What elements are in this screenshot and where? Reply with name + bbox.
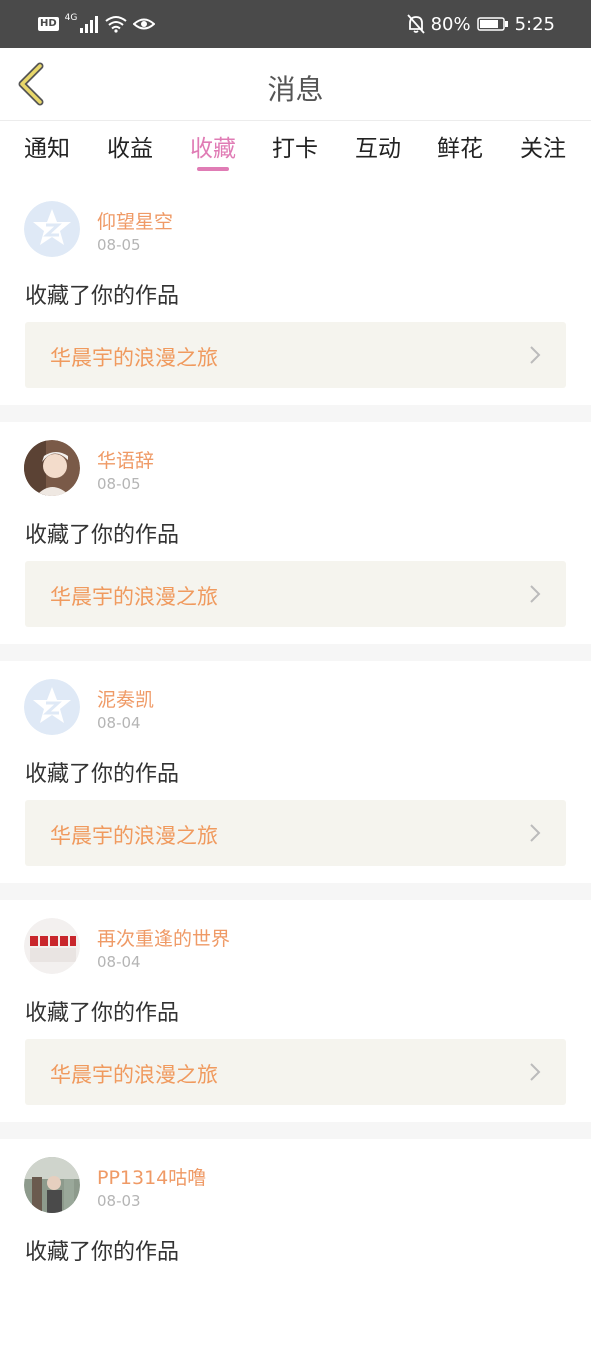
tab-label: 鲜花 — [437, 136, 483, 162]
avatar[interactable] — [24, 440, 80, 496]
work-link[interactable]: 华晨宇的浪漫之旅 — [25, 800, 566, 866]
default-avatar-star-icon — [24, 201, 80, 257]
tab-bar: 通知 收益 收藏 打卡 互动 鲜花 关注 — [0, 121, 591, 179]
tab-label: 收益 — [107, 136, 153, 162]
status-bar: HD 4G 80% 5:25 — [0, 0, 591, 48]
username[interactable]: 泥奏凯 — [97, 685, 154, 712]
battery-percent: 80% — [430, 13, 471, 35]
tab-label: 打卡 — [272, 136, 318, 162]
avatar[interactable] — [24, 679, 80, 735]
list-item: 仰望星空 08-05 收藏了你的作品 华晨宇的浪漫之旅 — [0, 183, 591, 405]
work-link[interactable]: 华晨宇的浪漫之旅 — [25, 1039, 566, 1105]
battery-icon — [476, 17, 508, 31]
date: 08-05 — [97, 475, 141, 493]
chevron-right-icon — [530, 1063, 541, 1081]
tab-interactions[interactable]: 互动 — [355, 129, 401, 163]
action-text: 收藏了你的作品 — [25, 284, 180, 309]
action-text: 收藏了你的作品 — [25, 1240, 180, 1265]
app-header: 消息 — [0, 48, 591, 121]
tab-checkin[interactable]: 打卡 — [272, 129, 318, 163]
username[interactable]: 仰望星空 — [97, 207, 173, 234]
work-title: 华晨宇的浪漫之旅 — [50, 824, 218, 848]
divider — [0, 405, 591, 422]
user-photo-icon — [24, 1157, 80, 1213]
username[interactable]: 再次重逢的世界 — [97, 924, 230, 951]
work-link[interactable]: 华晨宇的浪漫之旅 — [25, 561, 566, 627]
username[interactable]: 华语辞 — [97, 446, 154, 473]
list-item: 华语辞 08-05 收藏了你的作品 华晨宇的浪漫之旅 — [0, 422, 591, 644]
signal-icon — [80, 16, 99, 33]
tab-favorites[interactable]: 收藏 — [190, 129, 236, 171]
tab-label: 关注 — [520, 136, 566, 162]
date: 08-03 — [97, 1192, 141, 1210]
divider — [0, 883, 591, 900]
chevron-right-icon — [530, 824, 541, 842]
list-item: PP1314咕噜 08-03 收藏了你的作品 — [0, 1139, 591, 1361]
list-item: 泥奏凯 08-04 收藏了你的作品 华晨宇的浪漫之旅 — [0, 661, 591, 883]
status-right: 80% 5:25 — [406, 12, 555, 36]
favorites-feed: 仰望星空 08-05 收藏了你的作品 华晨宇的浪漫之旅 华语辞 08-05 收藏… — [0, 183, 591, 1361]
divider — [0, 644, 591, 661]
date: 08-04 — [97, 953, 141, 971]
wifi-icon — [105, 16, 127, 33]
tab-label: 通知 — [24, 136, 70, 162]
date: 08-04 — [97, 714, 141, 732]
clock: 5:25 — [514, 13, 555, 35]
action-text: 收藏了你的作品 — [25, 523, 180, 548]
tab-notifications[interactable]: 通知 — [24, 129, 70, 163]
hd-badge: HD — [38, 17, 59, 31]
date: 08-05 — [97, 236, 141, 254]
work-link[interactable]: 华晨宇的浪漫之旅 — [25, 322, 566, 388]
chevron-right-icon — [530, 585, 541, 603]
user-photo-icon — [24, 918, 80, 974]
chevron-right-icon — [530, 346, 541, 364]
tab-flowers[interactable]: 鲜花 — [437, 129, 483, 163]
tab-label: 互动 — [355, 136, 401, 162]
bell-off-icon — [406, 14, 425, 34]
list-item: 再次重逢的世界 08-04 收藏了你的作品 华晨宇的浪漫之旅 — [0, 900, 591, 1122]
network-type: 4G — [64, 13, 78, 23]
active-tab-indicator — [197, 167, 229, 171]
tab-label: 收藏 — [190, 136, 236, 162]
page-title: 消息 — [267, 73, 324, 106]
default-avatar-star-icon — [24, 679, 80, 735]
username[interactable]: PP1314咕噜 — [97, 1163, 206, 1190]
work-title: 华晨宇的浪漫之旅 — [50, 1063, 218, 1087]
avatar[interactable] — [24, 918, 80, 974]
action-text: 收藏了你的作品 — [25, 1001, 180, 1026]
work-title: 华晨宇的浪漫之旅 — [50, 585, 218, 609]
tab-earnings[interactable]: 收益 — [107, 129, 153, 163]
work-title: 华晨宇的浪漫之旅 — [50, 346, 218, 370]
eye-icon — [133, 18, 156, 30]
divider — [0, 1122, 591, 1139]
action-text: 收藏了你的作品 — [25, 762, 180, 787]
avatar[interactable] — [24, 201, 80, 257]
status-left: HD 4G — [38, 12, 156, 36]
avatar[interactable] — [24, 1157, 80, 1213]
tab-following[interactable]: 关注 — [520, 129, 566, 163]
user-photo-icon — [24, 440, 80, 496]
